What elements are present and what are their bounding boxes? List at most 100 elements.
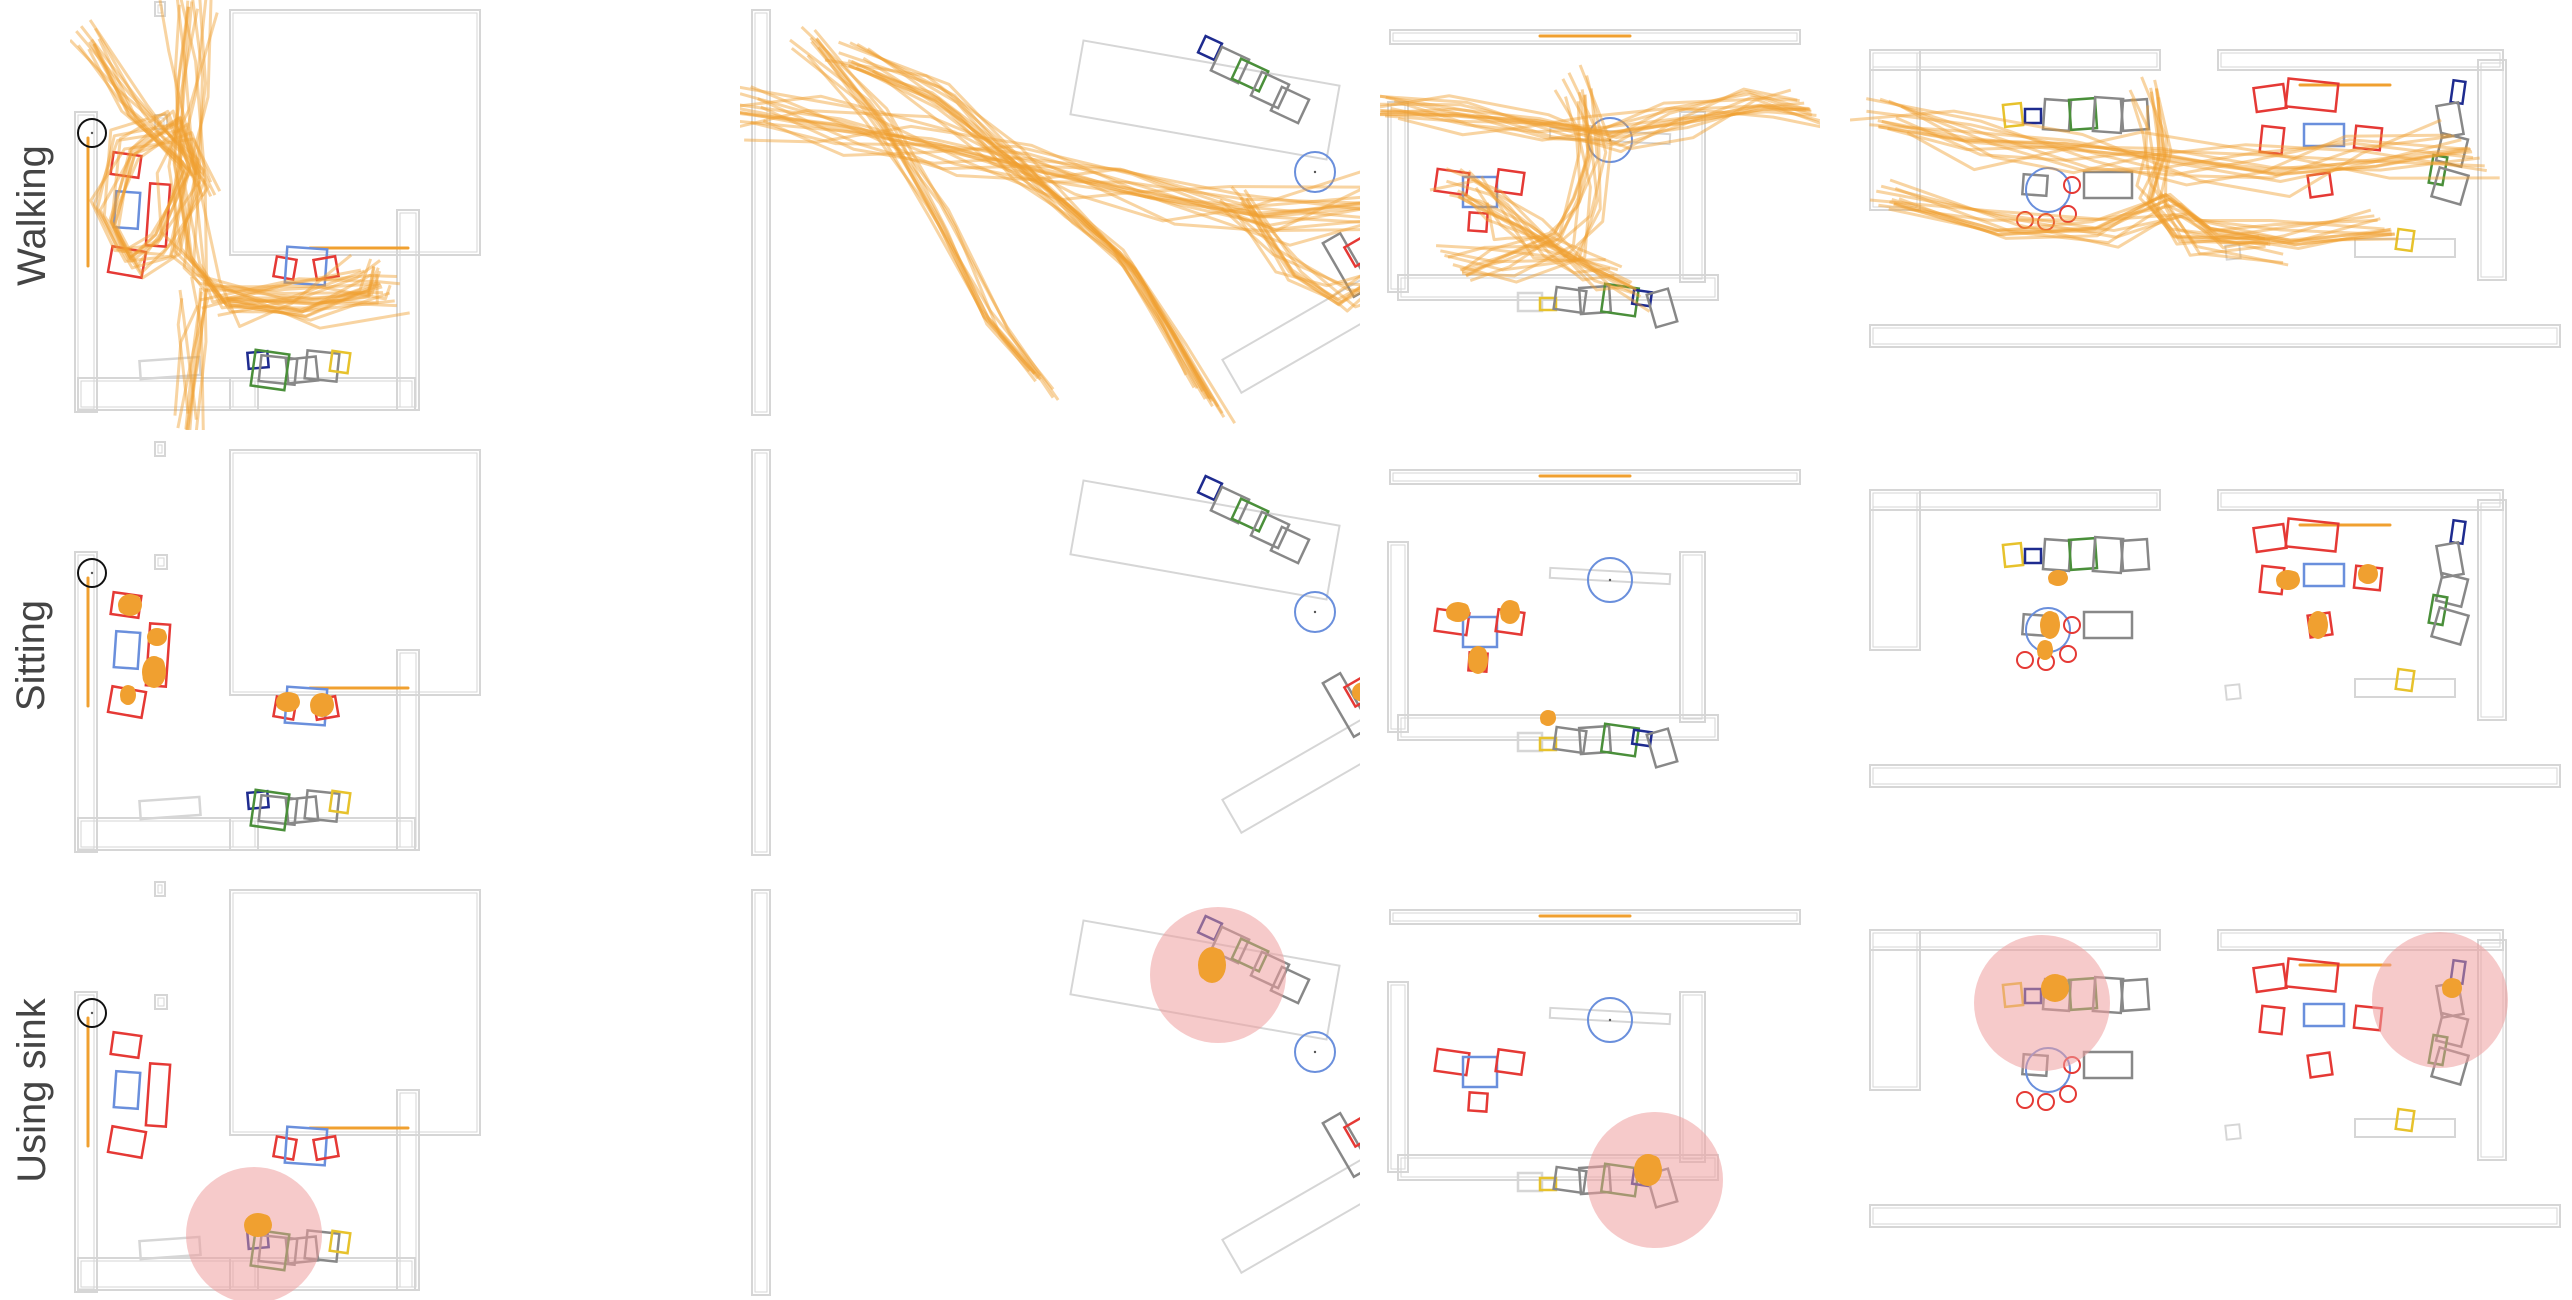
- wall-inner: [1872, 52, 2158, 68]
- gray-object: [2434, 540, 2466, 580]
- furniture: [1516, 731, 1544, 753]
- trajectory-path: [838, 51, 1199, 390]
- panel-sitting-scene-4: [1850, 440, 2570, 870]
- panel-using-sink-scene-3: [1380, 880, 1820, 1300]
- activity-blob: [120, 693, 128, 703]
- activity-blob: [1446, 610, 1458, 620]
- panel-using-sink-scene-2: [740, 880, 1360, 1300]
- activity-blob: [2057, 570, 2067, 579]
- wall-inner: [157, 557, 165, 567]
- floorplan: [1380, 29, 1820, 329]
- gray-object: [2119, 537, 2151, 573]
- trajectory-path: [855, 65, 1220, 408]
- red-object: [2306, 1051, 2334, 1079]
- wall-inner: [232, 820, 413, 848]
- activity-blob: [2276, 578, 2288, 588]
- activity-blob: [1634, 1166, 1648, 1183]
- wall-block: [1069, 479, 1341, 601]
- row-label-using-sink: Using sink: [0, 880, 64, 1300]
- row-label-sitting: Sitting: [0, 440, 64, 870]
- furniture: [138, 795, 202, 821]
- row-label-walking: Walking: [0, 0, 64, 430]
- red-object: [109, 1030, 143, 1060]
- wall-inner: [1682, 554, 1703, 720]
- activity-blob: [128, 595, 141, 607]
- activity-blob: [320, 694, 333, 707]
- panel-walking-scene-3: [1380, 0, 1820, 430]
- trajectory-path: [847, 59, 1210, 399]
- trajectory-path: [840, 62, 1205, 393]
- wall-inner: [232, 452, 478, 693]
- floorplan: [1869, 489, 2561, 788]
- gray-object: [2082, 610, 2134, 640]
- green-object: [1230, 57, 1270, 93]
- green-object: [1230, 497, 1270, 533]
- wall: [229, 449, 481, 696]
- activity-blob: [2041, 985, 2055, 1000]
- red-object: [1494, 1047, 1526, 1077]
- trajectory-path: [866, 47, 1226, 419]
- red-object: [2284, 957, 2340, 993]
- activity-blob: [2358, 572, 2368, 582]
- red-ring-object: [2063, 616, 2081, 634]
- floorplan: [74, 881, 481, 1300]
- activity-blob: [127, 686, 136, 696]
- center-dot: [90, 1011, 94, 1015]
- activity-blob: [310, 702, 322, 715]
- wall-inner: [80, 820, 256, 848]
- red-object: [2284, 77, 2340, 113]
- blue-object: [2302, 562, 2346, 588]
- wall-inner: [1872, 1207, 2558, 1225]
- wall: [2477, 499, 2507, 721]
- row-label-text: Using sink: [9, 997, 54, 1183]
- highlight-zone: [1974, 935, 2110, 1071]
- wall-inner: [77, 554, 95, 850]
- trajectory-path: [849, 41, 1207, 400]
- panel-sitting-scene-2: [740, 440, 1360, 870]
- red-ring-object: [2016, 1091, 2034, 1109]
- activity-blob: [244, 1222, 258, 1235]
- wall-inner: [157, 444, 163, 454]
- gray-object: [1645, 727, 1679, 769]
- activity-blob: [2044, 641, 2053, 651]
- activity-blob: [2053, 975, 2068, 990]
- gray-object: [2434, 571, 2470, 609]
- gray-object: [2041, 537, 2073, 573]
- highlight-zone: [2372, 932, 2508, 1068]
- wall-inner: [1390, 544, 1406, 730]
- floorplan: [74, 441, 481, 853]
- wall-inner: [1390, 984, 1406, 1170]
- red-object: [106, 1124, 148, 1160]
- floorplan: [1387, 909, 1801, 1248]
- wall-inner: [77, 994, 95, 1290]
- wall-inner: [77, 114, 95, 410]
- wall: [154, 994, 168, 1010]
- panel-sitting-scene-3: [1380, 440, 1820, 870]
- trajectory-path: [169, 0, 397, 308]
- activity-blob: [286, 693, 299, 703]
- activity-blob: [1509, 601, 1519, 614]
- blue-object: [112, 629, 142, 671]
- furniture: [1516, 1171, 1544, 1193]
- wall-inner: [1872, 767, 2558, 785]
- activity-blob: [1456, 603, 1469, 613]
- wall-block: [1069, 39, 1341, 161]
- red-object: [2258, 1004, 2286, 1036]
- floorplan: [1869, 929, 2561, 1228]
- activity-blob: [118, 602, 130, 614]
- red-ring-object: [2063, 176, 2081, 194]
- gray-object: [1645, 287, 1679, 329]
- activity-blob: [1500, 609, 1510, 622]
- wall-inner: [80, 380, 256, 408]
- wall-inner: [754, 452, 768, 853]
- wall: [154, 881, 166, 897]
- wall-block: [2224, 683, 2242, 701]
- center-dot: [90, 571, 94, 575]
- blue-object: [2302, 1002, 2346, 1028]
- activity-blob: [2037, 648, 2045, 658]
- activity-blob: [2367, 565, 2377, 575]
- navy-object: [2023, 547, 2043, 565]
- gray-object: [2429, 605, 2471, 647]
- panel-using-sink-scene-4: [1850, 880, 2570, 1300]
- wall-block: [1221, 705, 1360, 835]
